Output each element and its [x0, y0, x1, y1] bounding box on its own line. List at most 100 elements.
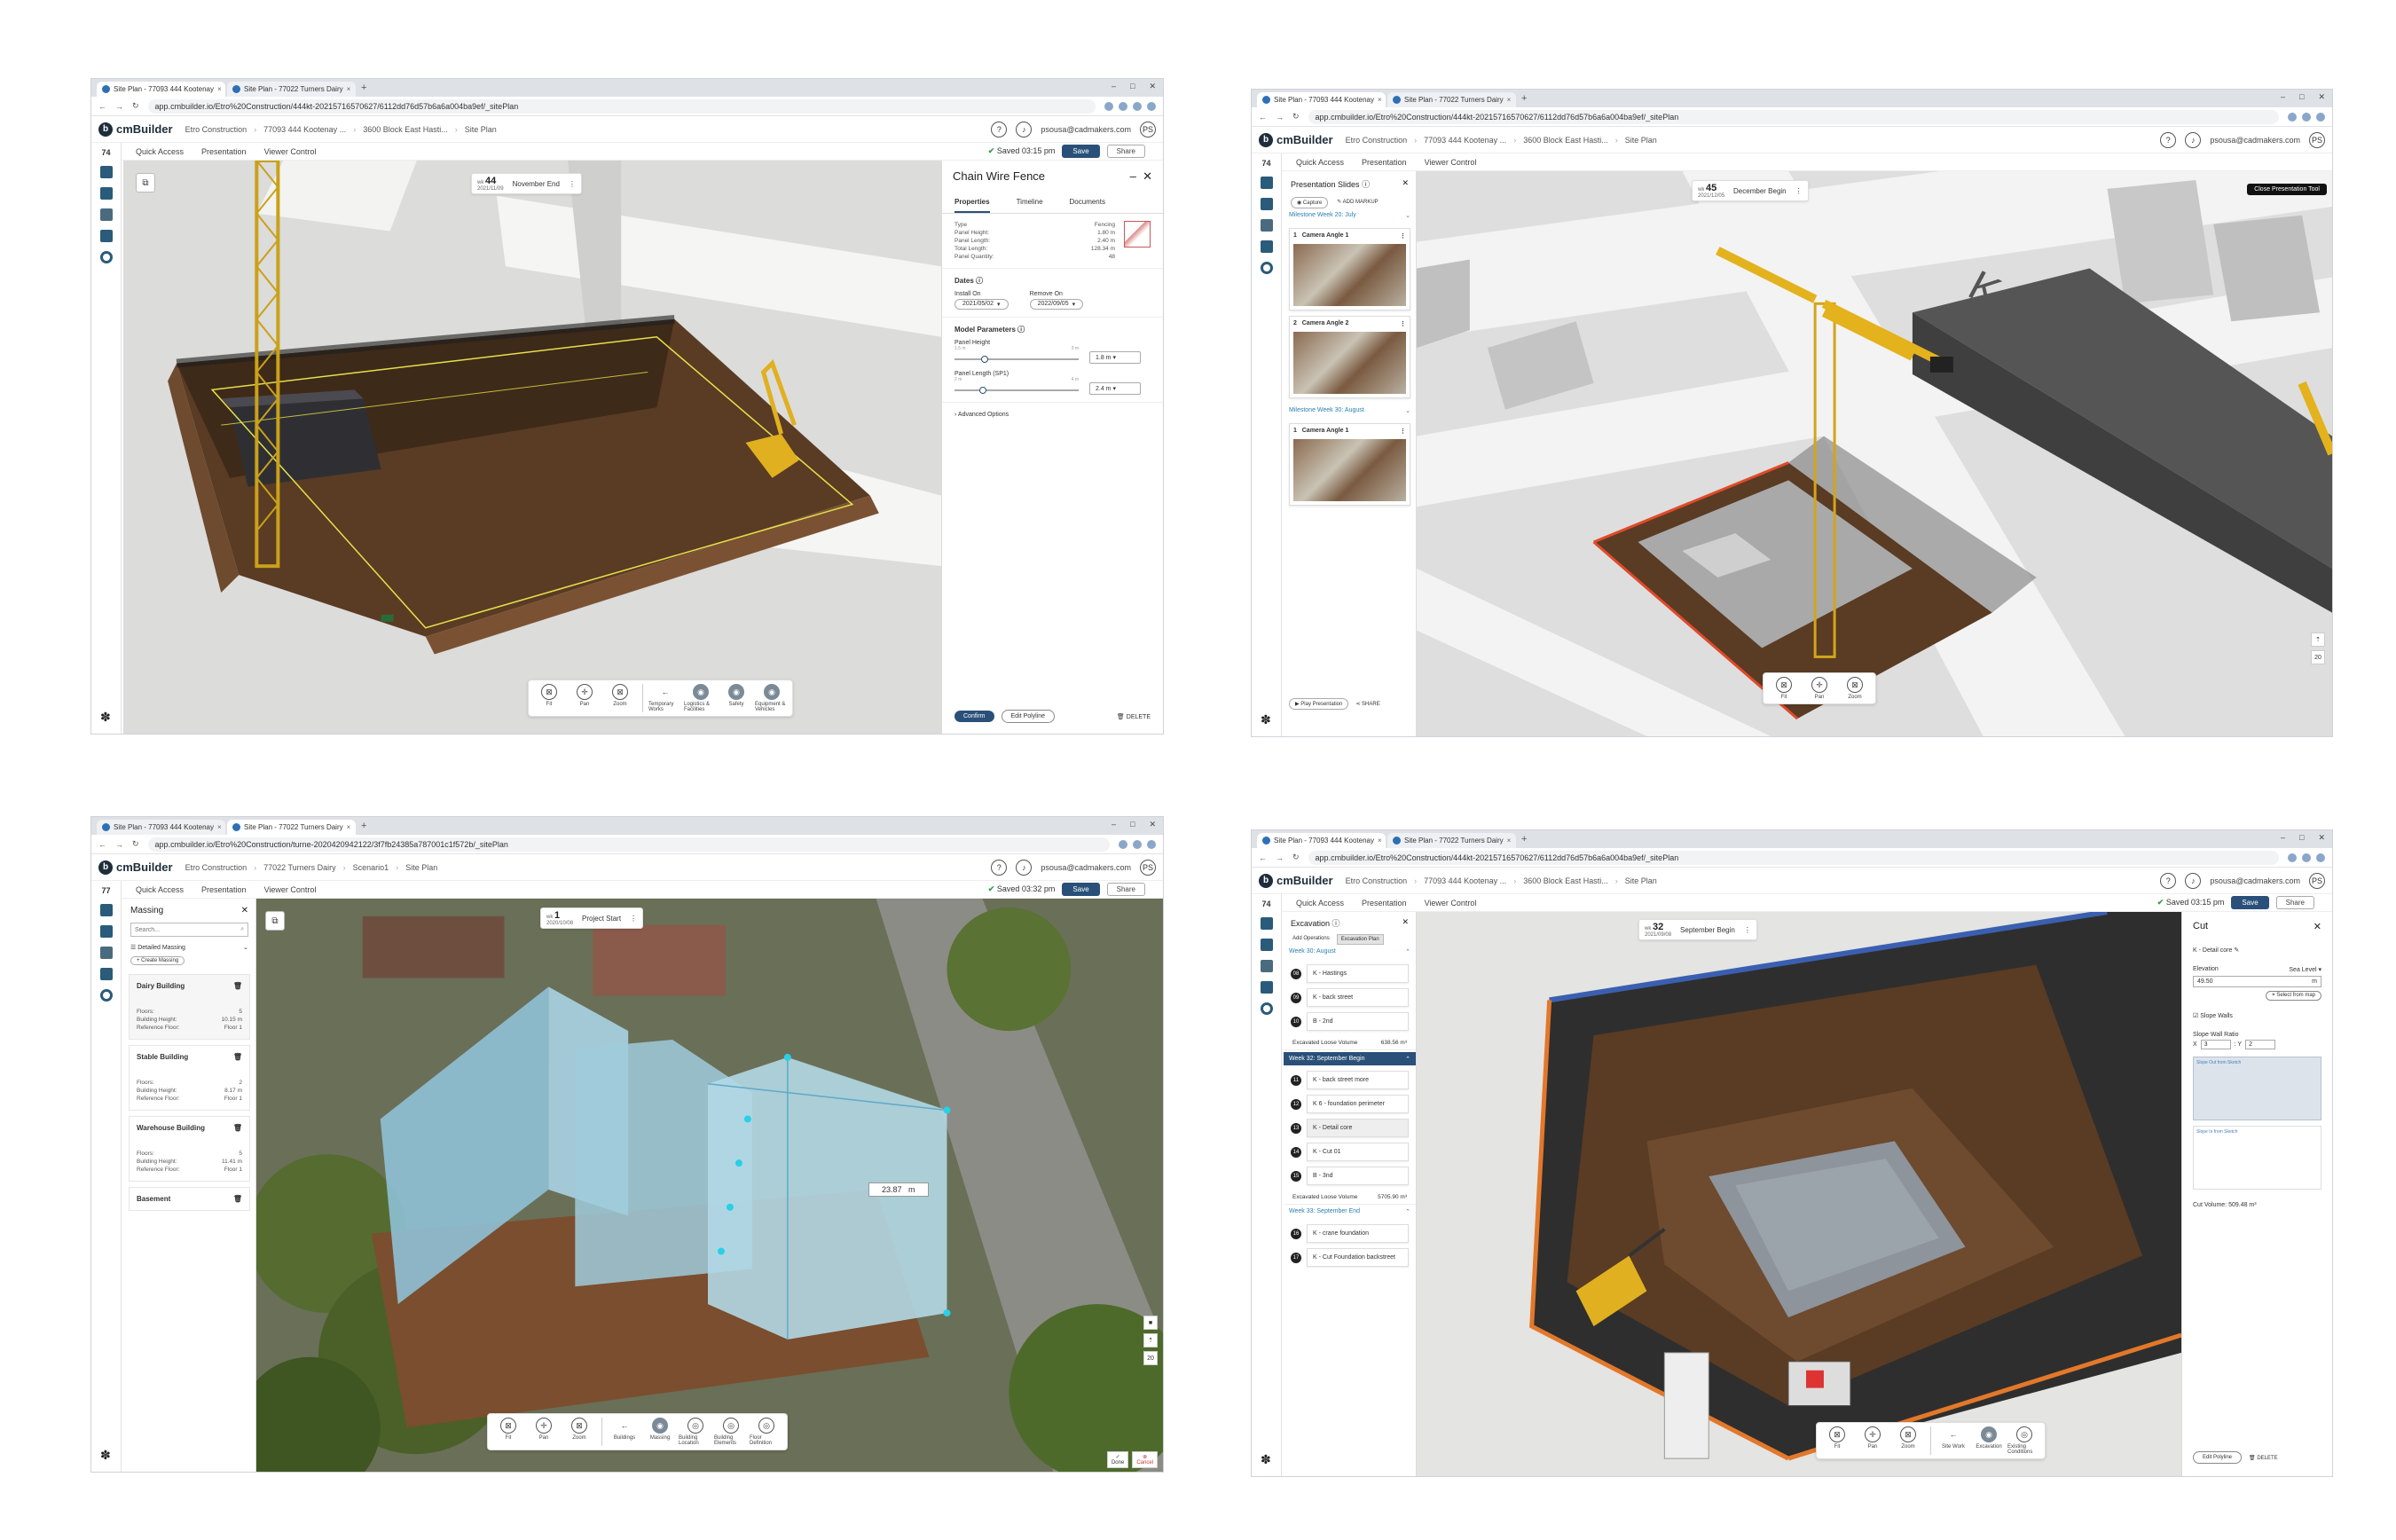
- site-work-button[interactable]: ← Site Work: [1936, 1426, 1970, 1455]
- breadcrumb-item[interactable]: 3600 Block East Hasti...: [1523, 136, 1608, 145]
- ratio-x-input[interactable]: 3: [2200, 1040, 2231, 1049]
- new-tab-icon[interactable]: +: [1521, 93, 1527, 104]
- close-icon[interactable]: ×: [1507, 96, 1512, 104]
- pan-button[interactable]: ✛ Pan: [1803, 677, 1836, 700]
- browser-tab[interactable]: Site Plan - 77093 444 Kootenay ×: [97, 820, 225, 835]
- extension-icon[interactable]: [1104, 101, 1113, 111]
- breadcrumb-item[interactable]: Etro Construction: [1346, 136, 1408, 145]
- calendar-icon[interactable]: [99, 925, 113, 938]
- flower-icon[interactable]: ✽: [1261, 1452, 1271, 1467]
- close-icon[interactable]: ×: [347, 85, 351, 93]
- profile-icon[interactable]: [1147, 839, 1156, 849]
- viewport-3d[interactable]: wk 32 2021/09/08 September Begin ⋮ ⊠ Fit ✛…: [1417, 912, 2181, 1476]
- profile-icon[interactable]: [1147, 101, 1156, 111]
- trash-icon[interactable]: 🗑: [233, 1124, 242, 1132]
- document-icon[interactable]: [1260, 177, 1273, 189]
- new-tab-icon[interactable]: +: [1521, 834, 1527, 845]
- floor-definition-button[interactable]: ◎ Floor Definition: [750, 1418, 783, 1446]
- bell-icon[interactable]: ♪: [1016, 121, 1033, 138]
- help-icon[interactable]: ?: [2160, 131, 2177, 148]
- extension-icon[interactable]: [2288, 112, 2297, 122]
- massing-button[interactable]: ◉ Massing: [643, 1418, 677, 1446]
- document-icon[interactable]: [99, 904, 113, 916]
- menu-quick-access[interactable]: Quick Access: [136, 147, 184, 156]
- breadcrumb-item[interactable]: 77022 Turners Dairy: [263, 863, 336, 872]
- breadcrumb-item[interactable]: 3600 Block East Hasti...: [363, 125, 448, 134]
- extension-icon[interactable]: [2302, 852, 2311, 862]
- close-presentation-button[interactable]: Close Presentation Tool: [2247, 184, 2327, 195]
- help-icon[interactable]: ?: [2160, 872, 2177, 889]
- create-massing-button[interactable]: + Create Massing: [130, 956, 185, 965]
- edit-icon[interactable]: [1260, 219, 1273, 232]
- info-icon[interactable]: ⓘ: [976, 277, 983, 285]
- menu-viewer-control[interactable]: Viewer Control: [264, 885, 317, 894]
- tab-documents[interactable]: Documents: [1070, 192, 1105, 213]
- more-vertical-icon[interactable]: ⋮: [1400, 320, 1406, 327]
- cancel-button[interactable]: ⊗ Cancel: [1132, 1451, 1158, 1468]
- pan-button[interactable]: ✛ Pan: [527, 1418, 561, 1446]
- close-icon[interactable]: ✕: [2314, 921, 2321, 932]
- help-icon[interactable]: ?: [991, 121, 1008, 138]
- more-vertical-icon[interactable]: ⋮: [630, 915, 637, 923]
- menu-viewer-control[interactable]: Viewer Control: [1425, 899, 1477, 908]
- fit-button[interactable]: ⊠ Fit: [1820, 1426, 1854, 1455]
- minimize-icon[interactable]: –: [1112, 82, 1116, 91]
- calendar-icon[interactable]: [1260, 198, 1273, 210]
- zoom-button[interactable]: ⊠ Zoom: [562, 1418, 596, 1446]
- confirm-button[interactable]: Confirm: [954, 711, 994, 722]
- menu-viewer-control[interactable]: Viewer Control: [264, 147, 317, 156]
- building-card[interactable]: Dairy Building 🗑 Floors: 5 Building Height…: [129, 974, 250, 1040]
- operation-item[interactable]: 08 K - Hastings: [1291, 964, 1409, 983]
- done-button[interactable]: ✓ Done: [1106, 1451, 1129, 1468]
- capture-button[interactable]: ◉ Capture: [1291, 197, 1329, 208]
- breadcrumb-item[interactable]: 3600 Block East Hasti...: [1523, 876, 1608, 885]
- info-icon[interactable]: ⓘ: [1017, 326, 1025, 334]
- more-vertical-icon[interactable]: ⋮: [1400, 428, 1406, 435]
- week-indicator[interactable]: wk 45 2021/12/05 December Begin ⋮: [1692, 180, 1809, 201]
- close-icon[interactable]: ✕: [241, 906, 248, 915]
- extension-icon[interactable]: [1133, 101, 1142, 111]
- forward-icon[interactable]: →: [115, 840, 123, 849]
- menu-viewer-control[interactable]: Viewer Control: [1425, 158, 1477, 167]
- gear-icon[interactable]: [99, 989, 113, 1002]
- browser-tab[interactable]: Site Plan - 77093 444 Kootenay ×: [1257, 833, 1386, 848]
- pencil-icon[interactable]: ✎: [2234, 947, 2239, 954]
- compass-icon[interactable]: ⇡: [2311, 632, 2325, 647]
- close-icon[interactable]: ×: [1507, 837, 1512, 845]
- building-elements-button[interactable]: ◎ Building Elements: [714, 1418, 748, 1446]
- minimize-icon[interactable]: –: [2281, 833, 2285, 843]
- edit-polyline-button[interactable]: Edit Polyline: [2193, 1451, 2243, 1464]
- search-input[interactable]: [135, 926, 241, 933]
- week-header[interactable]: Week 30: August ⌃: [1284, 945, 1416, 959]
- layers-icon[interactable]: ⧉: [265, 911, 285, 931]
- panel-height-input[interactable]: 1.8 m ▾: [1089, 351, 1141, 364]
- square-icon[interactable]: ■: [1143, 1316, 1158, 1330]
- flower-icon[interactable]: ✽: [100, 1448, 111, 1463]
- bell-icon[interactable]: ♪: [2185, 872, 2202, 889]
- week-indicator[interactable]: wk 44 2021/11/09 November End ⋮: [471, 173, 582, 194]
- brand-logo[interactable]: b cmBuilder: [98, 122, 173, 137]
- breadcrumb-item[interactable]: Etro Construction: [185, 863, 247, 872]
- extension-icon[interactable]: [1133, 839, 1142, 849]
- browser-tab[interactable]: Site Plan - 77022 Turners Dairy ×: [1387, 92, 1516, 107]
- fit-button[interactable]: ⊠ Fit: [1767, 677, 1801, 700]
- save-button[interactable]: Save: [1062, 883, 1100, 896]
- calendar-icon[interactable]: [99, 187, 113, 200]
- new-tab-icon[interactable]: +: [361, 821, 366, 831]
- save-button[interactable]: Save: [1062, 145, 1100, 158]
- zoom-button[interactable]: ⊠ Zoom: [1838, 677, 1872, 700]
- calendar-icon[interactable]: [1260, 939, 1273, 951]
- operation-item[interactable]: 17 K - Cut Foundation backstreet: [1291, 1248, 1409, 1267]
- browser-tab[interactable]: Site Plan - 77093 444 Kootenay ×: [97, 82, 225, 97]
- more-vertical-icon[interactable]: ⋮: [1400, 232, 1406, 240]
- menu-presentation[interactable]: Presentation: [201, 147, 247, 156]
- pan-button[interactable]: ✛ Pan: [568, 684, 601, 712]
- bell-icon[interactable]: ♪: [2185, 131, 2202, 148]
- menu-quick-access[interactable]: Quick Access: [136, 885, 184, 894]
- info-icon[interactable]: ⓘ: [1332, 919, 1340, 928]
- building-card[interactable]: Basement 🗑: [129, 1187, 250, 1211]
- week-header[interactable]: Week 33: September End ⌃: [1284, 1205, 1416, 1219]
- close-window-icon[interactable]: ✕: [2318, 92, 2325, 102]
- viewport-3d[interactable]: Kootenay St wk 45 2021/12/05 December Beg…: [1417, 171, 2332, 736]
- operation-item[interactable]: 10 B - 2nd: [1291, 1012, 1409, 1031]
